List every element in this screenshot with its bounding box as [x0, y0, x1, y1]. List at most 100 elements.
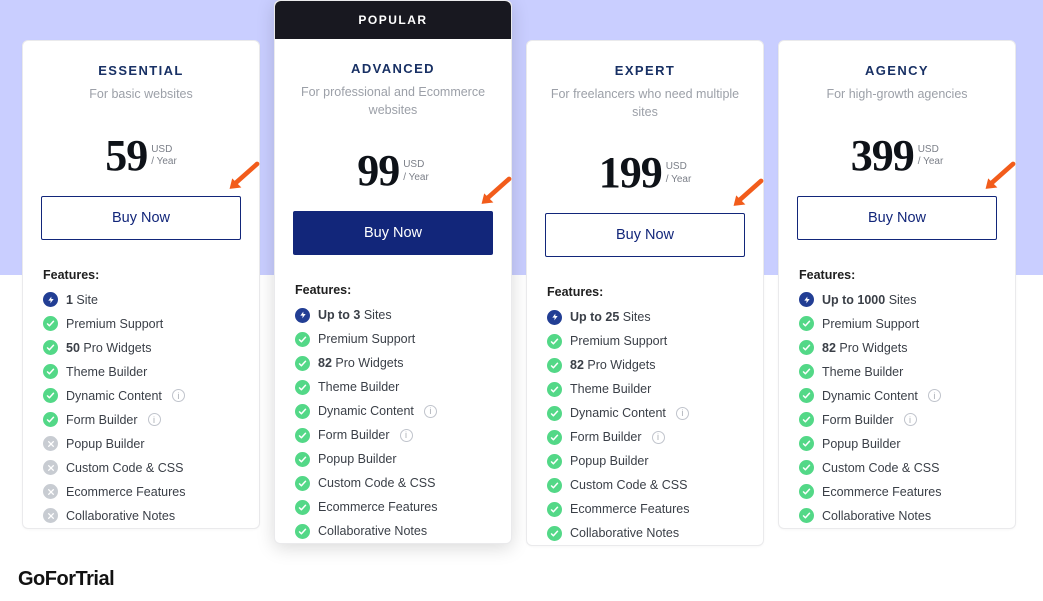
feature-row: Popup Builder — [275, 447, 511, 471]
footer-logo: GoForTrial — [18, 568, 114, 591]
price-amount: 199 — [599, 151, 662, 195]
price-unit: USD/ Year — [403, 149, 429, 184]
feature-row: Theme Builder — [527, 377, 763, 401]
check-icon — [295, 380, 310, 395]
bolt-icon — [295, 308, 310, 323]
feature-text: Custom Code & CSS — [570, 478, 687, 492]
plan-header: ESSENTIALFor basic websites — [23, 41, 259, 120]
feature-row: Dynamic Content i — [275, 399, 511, 423]
feature-row: Form Builderi — [23, 408, 259, 432]
check-icon — [799, 412, 814, 427]
feature-row: 1 Site — [23, 288, 259, 312]
feature-text: Premium Support — [66, 317, 163, 331]
feature-text: Popup Builder — [570, 454, 649, 468]
bolt-icon — [547, 310, 562, 325]
feature-row: Up to 25 Sites — [527, 305, 763, 329]
plan-desc: For professional and Ecommerce websites — [293, 84, 493, 119]
feature-text: Custom Code & CSS — [822, 461, 939, 475]
info-icon[interactable]: i — [400, 429, 413, 442]
feature-text: Ecommerce Features — [822, 485, 941, 499]
feature-row: Form Builder i — [779, 408, 1015, 432]
feature-text: 82 Pro Widgets — [318, 356, 403, 370]
feature-text: Ecommerce Features — [570, 502, 689, 516]
feature-row: Form Builderi — [527, 425, 763, 449]
feature-row: Popup Builder — [23, 432, 259, 456]
feature-row: Premium Support — [779, 312, 1015, 336]
feature-row: Collaborative Notes — [23, 504, 259, 528]
check-icon — [295, 452, 310, 467]
feature-row: Collaborative Notes — [527, 521, 763, 545]
feature-row: Up to 3 Sites — [275, 303, 511, 327]
arrow-icon — [727, 173, 769, 220]
feature-row: Dynamic Contenti — [527, 401, 763, 425]
check-icon — [799, 460, 814, 475]
check-icon — [547, 406, 562, 421]
info-icon[interactable]: i — [928, 389, 941, 402]
check-icon — [43, 388, 58, 403]
feature-text: Form Builder — [318, 428, 390, 442]
feature-text: Up to 1000 Sites — [822, 293, 916, 307]
feature-row: Collaborative Notes — [275, 519, 511, 543]
buy-now-button[interactable]: Buy Now — [797, 196, 997, 240]
check-icon — [799, 340, 814, 355]
check-icon — [43, 364, 58, 379]
check-icon — [799, 508, 814, 523]
feature-text: Ecommerce Features — [318, 500, 437, 514]
feature-text: Custom Code & CSS — [318, 476, 435, 490]
price-unit: USD/ Year — [918, 134, 944, 169]
price-amount: 99 — [357, 149, 399, 193]
feature-row: Custom Code & CSS — [23, 456, 259, 480]
buy-now-button[interactable]: Buy Now — [545, 213, 745, 257]
feature-text: Popup Builder — [318, 452, 397, 466]
price-amount: 399 — [851, 134, 914, 178]
feature-text: Collaborative Notes — [822, 509, 931, 523]
info-icon[interactable]: i — [424, 405, 437, 418]
disabled-icon — [43, 508, 58, 523]
info-icon[interactable]: i — [148, 413, 161, 426]
feature-text: Premium Support — [570, 334, 667, 348]
info-icon[interactable]: i — [676, 407, 689, 420]
feature-row: Dynamic Content i — [779, 384, 1015, 408]
arrow-icon — [979, 156, 1021, 203]
plan-header: EXPERTFor freelancers who need multiple … — [527, 41, 763, 137]
feature-row: Dynamic Contenti — [23, 384, 259, 408]
feature-text: Dynamic Content — [822, 389, 918, 403]
feature-text: Dynamic Content — [318, 404, 414, 418]
pricing-plans: ESSENTIALFor basic websites59USD/ YearBu… — [0, 0, 1043, 546]
feature-text: Collaborative Notes — [570, 526, 679, 540]
feature-row: 82 Pro Widgets — [779, 336, 1015, 360]
check-icon — [43, 316, 58, 331]
check-icon — [295, 356, 310, 371]
feature-text: Collaborative Notes — [66, 509, 175, 523]
feature-text: Ecommerce Features — [66, 485, 185, 499]
feature-text: Premium Support — [318, 332, 415, 346]
features-heading: Features: — [275, 273, 511, 303]
feature-text: Form Builder — [822, 413, 894, 427]
feature-row: Ecommerce Features — [275, 495, 511, 519]
disabled-icon — [43, 436, 58, 451]
info-icon[interactable]: i — [652, 431, 665, 444]
feature-row: Theme Builder — [275, 375, 511, 399]
info-icon[interactable]: i — [172, 389, 185, 402]
check-icon — [43, 412, 58, 427]
features-heading: Features: — [779, 258, 1015, 288]
feature-row: Ecommerce Features — [23, 480, 259, 504]
feature-text: Popup Builder — [66, 437, 145, 451]
plan-name: EXPERT — [545, 63, 745, 78]
buy-now-button[interactable]: Buy Now — [293, 211, 493, 255]
feature-text: Collaborative Notes — [318, 524, 427, 538]
check-icon — [547, 430, 562, 445]
check-icon — [295, 404, 310, 419]
bolt-icon — [43, 292, 58, 307]
feature-text: Premium Support — [822, 317, 919, 331]
check-icon — [295, 500, 310, 515]
feature-row: 82 Pro Widgets — [527, 353, 763, 377]
feature-row: Collaborative Notes — [779, 504, 1015, 528]
info-icon[interactable]: i — [904, 413, 917, 426]
feature-text: 82 Pro Widgets — [822, 341, 907, 355]
check-icon — [547, 526, 562, 541]
disabled-icon — [43, 484, 58, 499]
feature-row: Premium Support — [275, 327, 511, 351]
feature-text: Theme Builder — [822, 365, 903, 379]
buy-now-button[interactable]: Buy Now — [41, 196, 241, 240]
